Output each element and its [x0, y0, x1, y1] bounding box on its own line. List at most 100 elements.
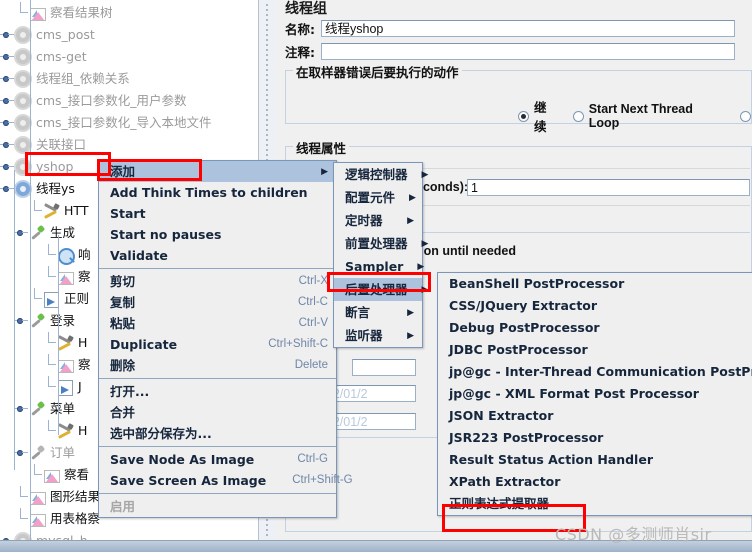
menu-item-pp-menu-6[interactable]: JSON Extractor [438, 405, 752, 427]
tree-item-18[interactable]: 菜单 [14, 398, 75, 420]
menu-item-pp-menu-9[interactable]: XPath Extractor [438, 471, 752, 493]
menu-item-add-menu-1[interactable]: 配置元件 ▶ [334, 186, 422, 209]
radio-start-next-thread-loop-circle [572, 110, 584, 122]
menu-item-label: 复制 [110, 295, 136, 310]
menu-item-label: 剪切 [110, 274, 136, 289]
add-submenu[interactable]: 逻辑控制器 ▶ 配置元件 ▶ 定时器 ▶ 前置处理器 ▶ Sampler ▶ 后置处理器 ▶ 断言 ▶ 监听… [333, 162, 428, 348]
tree-toggle-icon[interactable] [14, 442, 28, 464]
name-input[interactable]: 线程yshop [321, 20, 735, 37]
menu-item-label: 选中部分保存为... [110, 426, 212, 441]
tree-node-context-menu[interactable]: 添加 ▶ Add Think Times to children Start Start… [98, 160, 353, 518]
tree-item-9[interactable]: HTT [28, 200, 88, 222]
menu-item-label: 删除 [110, 358, 136, 373]
menu-item-pp-menu-8[interactable]: Result Status Action Handler [438, 449, 752, 471]
tree-toggle-icon[interactable] [0, 90, 14, 112]
radio-third-option[interactable] [740, 110, 751, 122]
tree-connector-line [58, 400, 59, 420]
tree-toggle-icon[interactable] [0, 112, 14, 134]
tree-elbow-icon [42, 244, 56, 266]
comment-label: 注释: [285, 45, 315, 60]
tree-item-11[interactable]: 响 [42, 244, 91, 266]
menu-item-add-menu-3[interactable]: 前置处理器 ▶ [334, 232, 428, 255]
menu-item-ctx-menu-8[interactable]: Duplicate Ctrl+Shift-C [99, 334, 336, 355]
tree-item-2[interactable]: cms-get [0, 46, 87, 68]
menu-item-pp-menu-4[interactable]: jp@gc - Inter-Thread Communication PostP… [438, 361, 752, 383]
tree-toggle-icon[interactable] [14, 222, 28, 244]
menu-item-add-menu-6[interactable]: 断言 ▶ [334, 301, 422, 324]
menu-item-ctx-menu-13[interactable]: Save Node As Image Ctrl-G [99, 449, 336, 470]
menu-item-ctx-menu-3[interactable]: Start no pauses [99, 224, 336, 245]
menu-item-pp-menu-0[interactable]: BeanShell PostProcessor [438, 273, 752, 295]
tree-item-20[interactable]: 订单 [14, 442, 75, 464]
tree-item-4[interactable]: cms_接口参数化_用户参数 [0, 90, 187, 112]
menu-item-label: Add Think Times to children [110, 185, 308, 200]
tree-item-8[interactable]: 线程ys [0, 178, 75, 200]
menu-item-pp-menu-2[interactable]: Debug PostProcessor [438, 317, 752, 339]
menu-item-pp-menu-1[interactable]: CSS/JQuery Extractor [438, 295, 752, 317]
tree-item-17[interactable]: J [42, 376, 82, 398]
radio-third-option-circle [740, 110, 751, 122]
tree-item-22[interactable]: 图形结果 [14, 486, 100, 508]
radio-start-next-thread-loop-label: Start Next Thread Loop [588, 102, 693, 130]
menu-item-label: CSS/JQuery Extractor [449, 298, 598, 313]
menu-item-add-menu-0[interactable]: 逻辑控制器 ▶ [334, 163, 428, 186]
menu-item-shortcut: Ctrl-X [298, 275, 328, 287]
radio-start-next-thread-loop[interactable]: Start Next Thread Loop [572, 102, 726, 130]
tree-connector-line [58, 300, 59, 380]
tree-toggle-icon[interactable] [0, 134, 14, 156]
annotation-box-post-processor [327, 272, 431, 292]
menu-item-pp-menu-5[interactable]: jp@gc - XML Format Post Processor [438, 383, 752, 405]
tree-item-21[interactable]: 察看 [28, 464, 89, 486]
tree-item-1[interactable]: cms_post [0, 24, 95, 46]
tree-item-23[interactable]: 用表格察 [14, 508, 100, 530]
menu-item-pp-menu-7[interactable]: JSR223 PostProcessor [438, 427, 752, 449]
tree-item-5[interactable]: cms_接口参数化_导入本地文件 [0, 112, 212, 134]
menu-item-ctx-menu-7[interactable]: 粘贴 Ctrl-V [99, 313, 336, 334]
tree-toggle-icon[interactable] [0, 530, 14, 540]
tree-toggle-icon[interactable] [0, 156, 14, 178]
menu-item-add-menu-2[interactable]: 定时器 ▶ [334, 209, 422, 232]
tree-item-label: J [78, 379, 82, 394]
tree-item-19[interactable]: H [42, 420, 87, 442]
tree-item-24[interactable]: mysql_h [0, 530, 88, 540]
menu-item-label: BeanShell PostProcessor [449, 276, 625, 291]
menu-item-ctx-menu-12[interactable]: 选中部分保存为... [99, 423, 336, 444]
tree-item-14[interactable]: 登录 [14, 310, 75, 332]
tree-item-15[interactable]: H [42, 332, 87, 354]
menu-item-add-menu-7[interactable]: 监听器 ▶ [334, 324, 422, 347]
menu-item-ctx-menu-5[interactable]: 剪切 Ctrl-X [99, 271, 336, 292]
tree-item-16[interactable]: 察 [42, 354, 91, 376]
menu-item-ctx-menu-1[interactable]: Add Think Times to children [99, 182, 336, 203]
tree-item-12[interactable]: 察 [42, 266, 91, 288]
menu-item-pp-menu-3[interactable]: JDBC PostProcessor [438, 339, 752, 361]
tree-item-label: mysql_h [35, 530, 88, 540]
ramp-up-input[interactable]: 1 [467, 179, 750, 196]
startup-delay-input[interactable] [352, 359, 416, 376]
tree-item-label: 用表格察 [50, 511, 101, 526]
tree-elbow-icon [42, 376, 56, 398]
name-label: 名称: [285, 22, 315, 37]
tree-item-10[interactable]: 生成 [14, 222, 75, 244]
tree-item-3[interactable]: 线程组_依赖关系 [0, 68, 130, 90]
menu-item-ctx-menu-9[interactable]: 删除 Delete [99, 355, 336, 376]
menu-item-label: JSON Extractor [449, 408, 554, 423]
tree-toggle-icon[interactable] [0, 178, 14, 200]
tree-toggle-icon[interactable] [0, 24, 14, 46]
menu-item-ctx-menu-4[interactable]: Validate [99, 245, 336, 266]
comment-input[interactable] [321, 43, 735, 60]
menu-item-ctx-menu-15[interactable]: 启用 [99, 496, 336, 517]
tree-toggle-icon[interactable] [0, 46, 14, 68]
menu-item-ctx-menu-2[interactable]: Start [99, 203, 336, 224]
tree-toggle-icon[interactable] [14, 398, 28, 420]
menu-item-ctx-menu-10[interactable]: 打开... [99, 381, 336, 402]
menu-item-shortcut: Ctrl+Shift-G [292, 474, 353, 486]
menu-item-ctx-menu-6[interactable]: 复制 Ctrl-C [99, 292, 336, 313]
radio-continue[interactable]: 继续 [518, 97, 559, 135]
menu-item-ctx-menu-14[interactable]: Save Screen As Image Ctrl+Shift-G [99, 470, 353, 491]
menu-item-ctx-menu-11[interactable]: 合并 [99, 402, 336, 423]
tree-item-label: 登录 [50, 313, 76, 328]
tree-toggle-icon[interactable] [14, 310, 28, 332]
tree-item-0[interactable]: 察看结果树 [14, 2, 113, 24]
post-processor-submenu[interactable]: BeanShell PostProcessor CSS/JQuery Extrac… [437, 272, 752, 516]
tree-toggle-icon[interactable] [0, 68, 14, 90]
